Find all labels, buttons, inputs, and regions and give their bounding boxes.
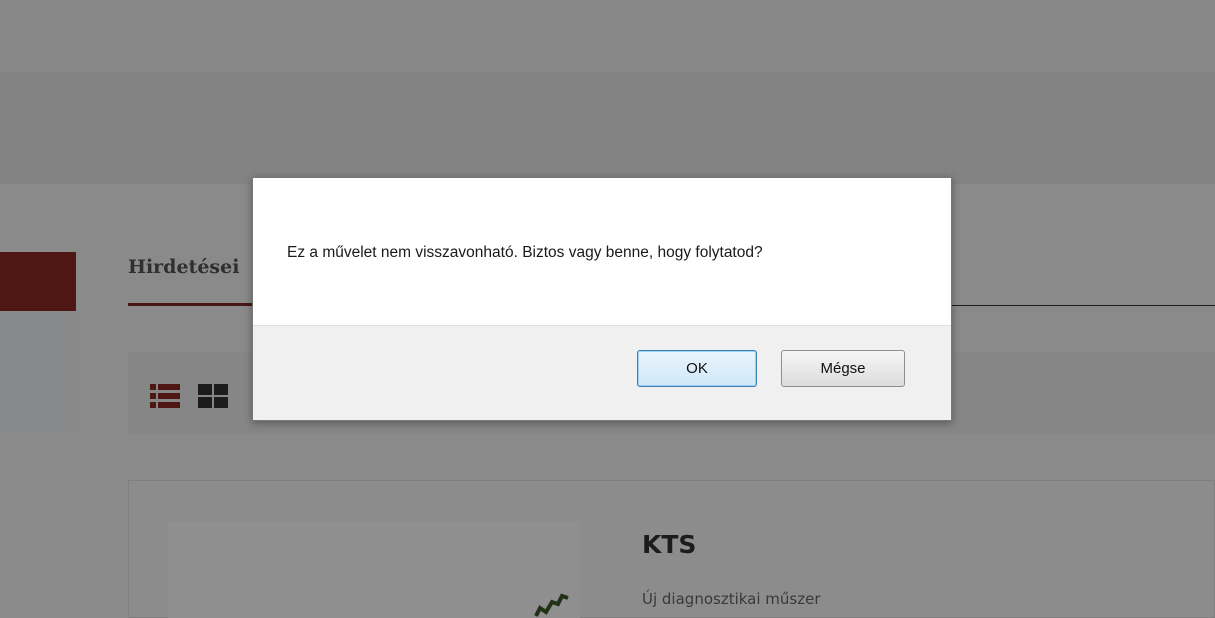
ok-button[interactable]: OK xyxy=(637,350,757,387)
dialog-body: Ez a művelet nem visszavonható. Biztos v… xyxy=(253,178,951,325)
cancel-button[interactable]: Mégse xyxy=(781,350,905,387)
page: Hirdetései KTS Új diagnosztikai műszer E… xyxy=(0,0,1215,618)
confirm-dialog: Ez a művelet nem visszavonható. Biztos v… xyxy=(252,177,952,421)
dialog-footer: OK Mégse xyxy=(253,325,951,420)
dialog-message: Ez a művelet nem visszavonható. Biztos v… xyxy=(287,244,763,261)
